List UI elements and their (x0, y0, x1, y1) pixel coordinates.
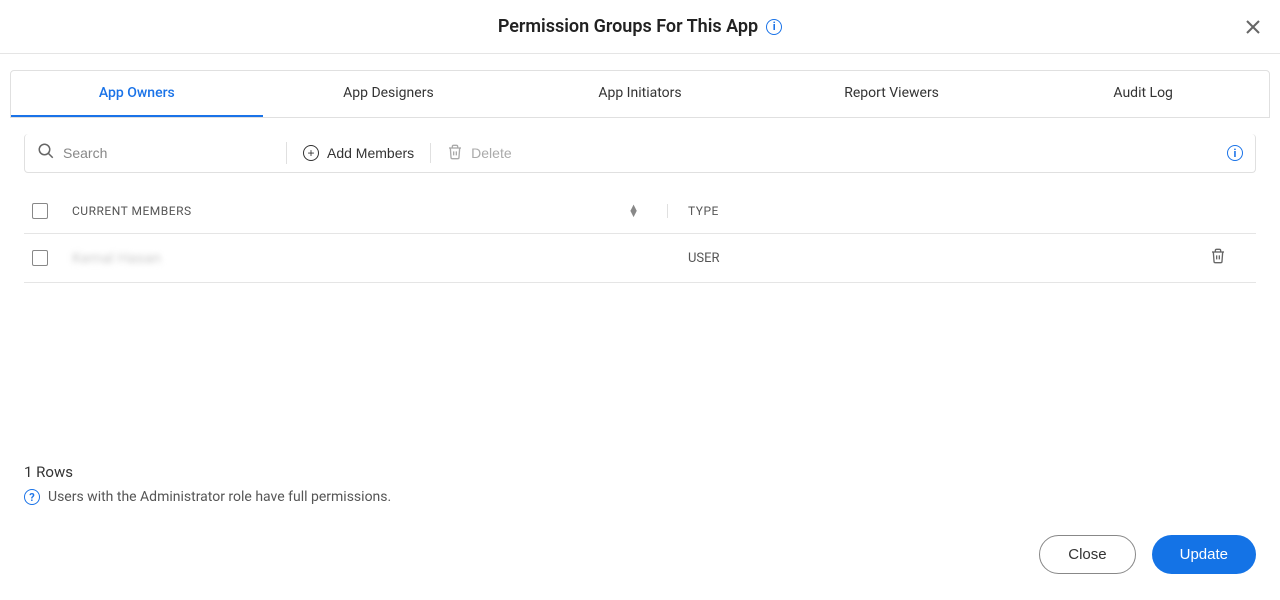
admin-note: Users with the Administrator role have f… (48, 489, 391, 505)
delete-row-icon[interactable] (1210, 248, 1226, 268)
select-all-checkbox[interactable] (32, 203, 48, 219)
tabs: App Owners App Designers App Initiators … (10, 70, 1270, 118)
member-name: Kemal Hasan (72, 249, 161, 267)
search-icon (37, 142, 55, 164)
trash-icon (447, 144, 463, 163)
row-checkbox[interactable] (32, 250, 48, 266)
modal-footer: Close Update (0, 515, 1280, 594)
table-row: Kemal Hasan USER (24, 234, 1256, 283)
members-header[interactable]: CURRENT MEMBERS (72, 204, 192, 218)
member-type: USER (688, 251, 720, 266)
rows-count: 1 Rows (24, 463, 1256, 481)
tab-report-viewers[interactable]: Report Viewers (766, 71, 1018, 117)
footer-info: 1 Rows ? Users with the Administrator ro… (24, 463, 1256, 505)
sort-icon[interactable]: ▲▼ (628, 205, 639, 217)
add-members-button[interactable]: + Add Members (287, 145, 430, 161)
tab-label: App Designers (343, 85, 434, 101)
plus-circle-icon: + (303, 145, 319, 161)
help-icon[interactable]: ? (24, 489, 40, 505)
tab-audit-log[interactable]: Audit Log (1017, 71, 1269, 117)
modal-title: Permission Groups For This App (498, 16, 758, 37)
tab-label: App Initiators (598, 85, 681, 101)
admin-note-wrap: ? Users with the Administrator role have… (24, 489, 1256, 505)
tab-app-initiators[interactable]: App Initiators (514, 71, 766, 117)
tab-label: Audit Log (1113, 85, 1173, 101)
info-icon[interactable]: i (766, 19, 782, 35)
delete-label: Delete (471, 145, 511, 161)
add-members-label: Add Members (327, 145, 414, 161)
info-icon[interactable]: i (1227, 145, 1243, 161)
members-table: CURRENT MEMBERS ▲▼ TYPE Kemal Hasan USER (24, 189, 1256, 283)
tab-label: App Owners (99, 85, 175, 101)
toolbar-info: i (1227, 145, 1243, 162)
delete-button[interactable]: Delete (431, 144, 527, 163)
close-button[interactable]: Close (1039, 535, 1135, 574)
search-input[interactable] (63, 145, 274, 161)
close-icon[interactable] (1242, 16, 1264, 43)
type-header[interactable]: TYPE (688, 204, 719, 218)
toolbar: + Add Members Delete i (24, 134, 1256, 173)
tab-label: Report Viewers (844, 85, 939, 101)
tab-app-designers[interactable]: App Designers (263, 71, 515, 117)
update-button[interactable]: Update (1152, 535, 1256, 574)
table-header: CURRENT MEMBERS ▲▼ TYPE (24, 189, 1256, 234)
modal-title-wrap: Permission Groups For This App i (498, 16, 782, 37)
search-wrap (37, 142, 287, 164)
tab-app-owners[interactable]: App Owners (11, 71, 263, 117)
modal-header: Permission Groups For This App i (0, 0, 1280, 54)
